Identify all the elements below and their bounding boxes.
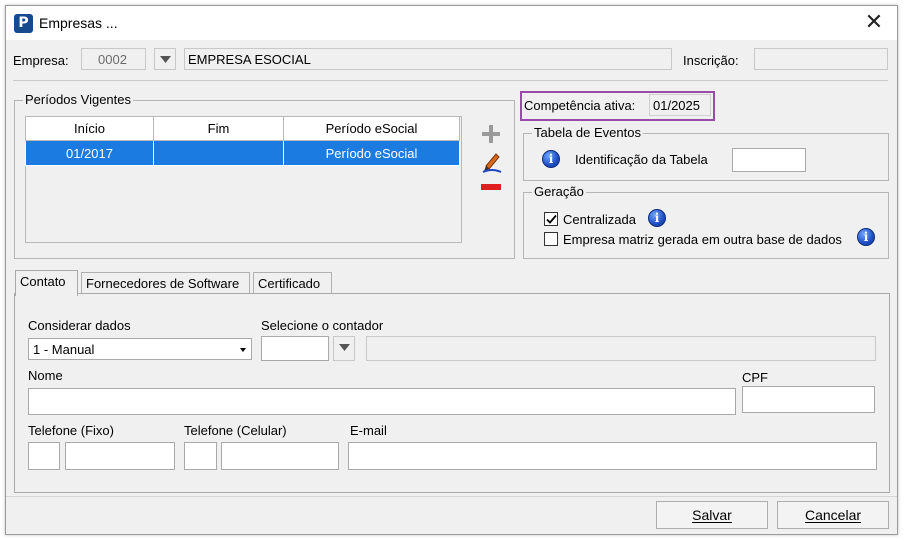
nome-label: Nome xyxy=(28,368,63,383)
table-row[interactable]: 01/2017 Período eSocial xyxy=(25,140,460,166)
email-label: E-mail xyxy=(350,423,387,438)
competencia-field: 01/2025 xyxy=(649,94,711,116)
column-header-inicio[interactable]: Início xyxy=(25,116,154,141)
contador-code-input[interactable] xyxy=(261,336,329,361)
close-icon[interactable]: ✕ xyxy=(861,10,887,36)
contador-label: Selecione o contador xyxy=(261,318,384,333)
periodos-vigentes-title: Períodos Vigentes xyxy=(23,92,133,107)
dropdown-arrow-icon xyxy=(160,56,171,63)
centralizada-checkbox[interactable] xyxy=(544,212,558,226)
checkbox-check-icon xyxy=(546,214,557,224)
cpf-input[interactable] xyxy=(742,386,875,413)
considerar-select[interactable]: 1 - Manual xyxy=(28,338,252,360)
telefone-fixo-label: Telefone (Fixo) xyxy=(28,423,114,438)
identificacao-label: Identificação da Tabela xyxy=(575,152,708,167)
dropdown-arrow-icon xyxy=(339,344,350,351)
info-icon[interactable]: i xyxy=(648,209,666,227)
geracao-group: Geração Centralizada i Empresa matriz ge… xyxy=(523,184,889,259)
empresas-dialog: P Empresas ... ✕ Empresa: 0002 EMPRESA E… xyxy=(5,5,898,535)
cancel-button-label: Cancelar xyxy=(804,507,862,523)
add-icon[interactable] xyxy=(481,124,501,144)
competencia-label: Competência ativa: xyxy=(524,98,636,113)
considerar-value: 1 - Manual xyxy=(33,342,95,357)
save-button-label: Salvar xyxy=(692,507,732,523)
edit-icon[interactable] xyxy=(481,151,503,173)
save-button[interactable]: Salvar xyxy=(656,501,768,529)
matriz-label: Empresa matriz gerada em outra base de d… xyxy=(563,232,842,247)
tabela-eventos-title: Tabela de Eventos xyxy=(532,125,643,140)
empresa-dropdown-button[interactable] xyxy=(154,48,176,70)
remove-icon[interactable] xyxy=(481,184,501,190)
inscricao-label: Inscrição: xyxy=(683,53,739,68)
info-icon[interactable]: i xyxy=(857,228,875,246)
contador-name-field xyxy=(366,336,876,361)
telefone-celular-input[interactable] xyxy=(221,442,339,470)
telefone-celular-ddd-input[interactable] xyxy=(184,442,217,470)
window-title: Empresas ... xyxy=(39,15,118,31)
column-header-fim[interactable]: Fim xyxy=(153,116,284,141)
nome-input[interactable] xyxy=(28,388,736,415)
cell-periodo[interactable]: Período eSocial xyxy=(283,140,460,166)
empresa-label: Empresa: xyxy=(13,53,69,68)
competencia-value: 01/2025 xyxy=(653,98,700,113)
geracao-title: Geração xyxy=(532,184,586,199)
telefone-fixo-input[interactable] xyxy=(65,442,175,470)
contador-dropdown-button[interactable] xyxy=(333,336,355,361)
inscricao-field xyxy=(754,48,888,70)
empresa-name-value: EMPRESA ESOCIAL xyxy=(188,52,311,67)
column-header-periodo[interactable]: Período eSocial xyxy=(283,116,460,141)
matriz-checkbox[interactable] xyxy=(544,232,558,246)
info-icon[interactable]: i xyxy=(542,150,560,168)
email-input[interactable] xyxy=(348,442,877,470)
periodos-table: Início Fim Período eSocial 01/2017 Perío… xyxy=(25,116,460,166)
header-separator xyxy=(13,80,888,81)
contato-panel: Considerar dados 1 - Manual Selecione o … xyxy=(14,293,890,493)
telefone-fixo-ddd-input[interactable] xyxy=(28,442,60,470)
tab-contato[interactable]: Contato xyxy=(15,270,78,296)
cell-inicio[interactable]: 01/2017 xyxy=(25,140,154,166)
periodos-header-row: Início Fim Período eSocial xyxy=(25,116,460,141)
centralizada-label: Centralizada xyxy=(563,212,636,227)
empresa-name-field: EMPRESA ESOCIAL xyxy=(184,48,672,70)
identificacao-input[interactable] xyxy=(732,148,806,172)
cpf-label: CPF xyxy=(742,370,768,385)
title-bar: P Empresas ... ✕ xyxy=(6,6,897,40)
tabela-eventos-group: Tabela de Eventos i Identificação da Tab… xyxy=(523,125,889,181)
cancel-button[interactable]: Cancelar xyxy=(777,501,889,529)
app-logo-icon: P xyxy=(14,14,33,33)
dropdown-arrow-icon xyxy=(237,343,249,356)
cell-fim[interactable] xyxy=(153,140,284,166)
empresa-code-field[interactable]: 0002 xyxy=(81,48,146,70)
considerar-label: Considerar dados xyxy=(28,318,131,333)
empresa-code-value: 0002 xyxy=(98,52,127,67)
footer-separator xyxy=(6,496,897,497)
telefone-celular-label: Telefone (Celular) xyxy=(184,423,287,438)
periodos-vigentes-group: Períodos Vigentes Início Fim Período eSo… xyxy=(14,92,515,259)
